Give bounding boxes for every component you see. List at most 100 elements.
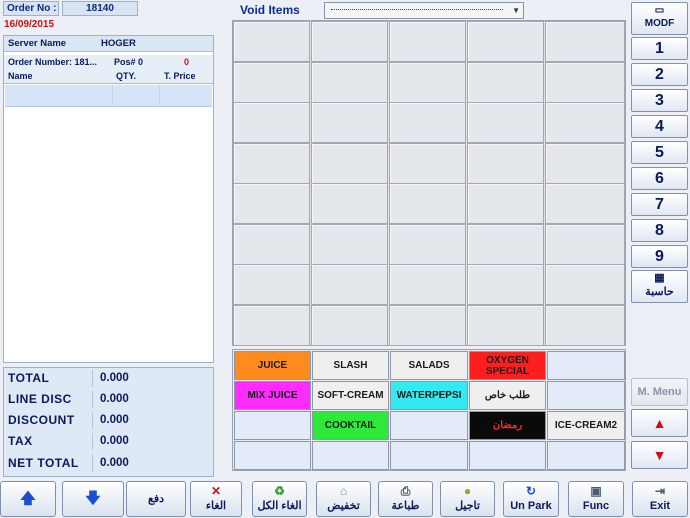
item-button[interactable]: [467, 62, 544, 103]
item-button[interactable]: [545, 264, 625, 305]
item-button[interactable]: [389, 264, 466, 305]
numpad-key-1[interactable]: 1: [631, 37, 688, 60]
item-button[interactable]: [545, 143, 625, 184]
category-button[interactable]: COOKTAIL: [312, 411, 389, 440]
item-button[interactable]: [467, 143, 544, 184]
table-row[interactable]: [5, 85, 212, 107]
window-icon: ▣: [590, 484, 602, 498]
category-button[interactable]: JUICE: [234, 351, 311, 380]
category-button[interactable]: [547, 381, 625, 410]
item-button[interactable]: [311, 264, 388, 305]
close-icon: ✕: [210, 484, 222, 498]
item-button[interactable]: [311, 102, 388, 143]
main-menu-button[interactable]: M. Menu: [631, 378, 688, 406]
item-button[interactable]: [311, 62, 388, 103]
numpad-key-2[interactable]: 2: [631, 63, 688, 86]
item-button[interactable]: [389, 224, 466, 265]
item-button[interactable]: [389, 62, 466, 103]
scroll-up-button[interactable]: ▲: [631, 409, 688, 437]
item-button[interactable]: [389, 21, 466, 62]
category-button[interactable]: [547, 351, 625, 380]
category-button[interactable]: [390, 441, 468, 470]
numpad-key-5[interactable]: 5: [631, 141, 688, 164]
numpad-key-3[interactable]: 3: [631, 89, 688, 112]
cancel-button[interactable]: ✕ الغاء: [190, 481, 242, 517]
numpad-key-9[interactable]: 9: [631, 245, 688, 268]
item-button[interactable]: [233, 21, 310, 62]
item-button[interactable]: [389, 183, 466, 224]
category-button[interactable]: [312, 441, 389, 470]
modf-button[interactable]: ▭ MODF: [631, 2, 688, 35]
numpad-key-6[interactable]: 6: [631, 167, 688, 190]
item-button[interactable]: [311, 143, 388, 184]
unpark-label: Un Park: [510, 500, 552, 512]
category-button[interactable]: رمضان: [469, 411, 546, 440]
category-button[interactable]: WATERPEPSI: [390, 381, 468, 410]
total-label: TOTAL: [8, 371, 50, 385]
calculator-button[interactable]: ▦ حاسبة: [631, 270, 688, 303]
category-button[interactable]: [469, 441, 546, 470]
item-button[interactable]: [233, 305, 310, 346]
scroll-down-button[interactable]: ▼: [631, 441, 688, 469]
item-button[interactable]: [545, 224, 625, 265]
numpad-key-7[interactable]: 7: [631, 193, 688, 216]
print-button[interactable]: ⎙ طباعة: [378, 481, 433, 517]
list-up-button[interactable]: 🡅: [0, 481, 56, 517]
cancel-all-button[interactable]: ♻ الغاء الكل: [252, 481, 307, 517]
category-button[interactable]: SOFT-CREAM: [312, 381, 389, 410]
category-button[interactable]: [547, 441, 625, 470]
pay-button[interactable]: دفع: [126, 481, 186, 517]
item-button[interactable]: [311, 305, 388, 346]
modf-label: MODF: [644, 18, 675, 29]
list-down-button[interactable]: 🡇: [62, 481, 124, 517]
item-button[interactable]: [467, 305, 544, 346]
item-button[interactable]: [233, 264, 310, 305]
item-button[interactable]: [467, 264, 544, 305]
item-button[interactable]: [545, 62, 625, 103]
category-button[interactable]: [234, 411, 311, 440]
item-button[interactable]: [545, 102, 625, 143]
item-button[interactable]: [389, 305, 466, 346]
item-button[interactable]: [467, 102, 544, 143]
item-button[interactable]: [467, 224, 544, 265]
item-button[interactable]: [233, 62, 310, 103]
pos-number: Pos# 0: [114, 57, 144, 67]
item-button[interactable]: [311, 21, 388, 62]
void-items-select[interactable]: ▼: [324, 2, 524, 19]
item-grid: [232, 20, 626, 346]
item-button[interactable]: [311, 183, 388, 224]
item-button[interactable]: [467, 183, 544, 224]
postpone-button[interactable]: ● تاجيل: [440, 481, 495, 517]
category-button[interactable]: ICE-CREAM2: [547, 411, 625, 440]
item-button[interactable]: [233, 224, 310, 265]
exit-button[interactable]: ⇥ Exit: [632, 481, 688, 517]
category-button[interactable]: طلب خاص: [469, 381, 546, 410]
discount-value: 0.000: [100, 414, 129, 426]
category-button[interactable]: [234, 441, 311, 470]
item-button[interactable]: [545, 305, 625, 346]
category-button[interactable]: SALADS: [390, 351, 468, 380]
item-button[interactable]: [233, 143, 310, 184]
numpad-key-4[interactable]: 4: [631, 115, 688, 138]
func-button[interactable]: ▣ Func: [568, 481, 624, 517]
item-button[interactable]: [311, 224, 388, 265]
category-button[interactable]: OXYGEN SPECIAL: [469, 351, 546, 380]
discount-button[interactable]: ⌂ تخفيض: [316, 481, 371, 517]
unpark-button[interactable]: ↻ Un Park: [503, 481, 559, 517]
item-button[interactable]: [467, 21, 544, 62]
tag-icon: ⌂: [339, 484, 348, 498]
item-button[interactable]: [233, 183, 310, 224]
arrow-down-icon: ▼: [652, 447, 667, 463]
category-button[interactable]: MIX JUICE: [234, 381, 311, 410]
item-button[interactable]: [389, 143, 466, 184]
item-button[interactable]: [389, 102, 466, 143]
item-button[interactable]: [545, 183, 625, 224]
numpad-key-8[interactable]: 8: [631, 219, 688, 242]
category-button[interactable]: [390, 411, 468, 440]
item-button[interactable]: [233, 102, 310, 143]
item-button[interactable]: [545, 21, 625, 62]
category-button[interactable]: SLASH: [312, 351, 389, 380]
totals-panel: TOTAL 0.000 LINE DISC 0.000 DISCOUNT 0.0…: [3, 367, 214, 477]
arrow-down-icon: 🡇: [85, 490, 101, 507]
modify-icon: ▭: [654, 5, 665, 16]
